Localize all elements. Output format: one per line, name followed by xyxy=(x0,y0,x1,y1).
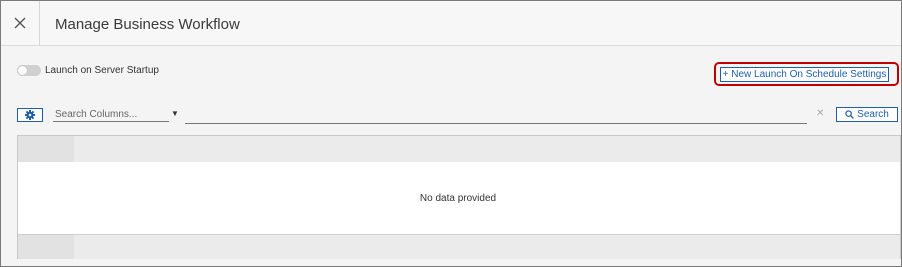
search-button[interactable]: Search xyxy=(836,107,898,122)
grid-footer xyxy=(18,234,900,259)
highlight-box: + New Launch On Schedule Settings xyxy=(714,62,899,86)
dialog-header: Manage Business Workflow xyxy=(1,1,901,46)
data-grid: No data provided xyxy=(17,135,901,259)
launch-on-startup-row: Launch on Server Startup xyxy=(17,65,159,76)
close-button[interactable] xyxy=(1,1,40,45)
grid-header-stub xyxy=(18,136,74,162)
search-button-label: Search xyxy=(857,109,889,120)
search-query-input[interactable] xyxy=(185,105,807,124)
caret-down-icon[interactable]: ▼ xyxy=(171,109,179,118)
new-launch-schedule-label: + New Launch On Schedule Settings xyxy=(722,69,887,80)
grid-header xyxy=(18,136,900,163)
column-settings-button[interactable] xyxy=(17,108,43,122)
clear-icon[interactable]: ✕ xyxy=(816,108,824,119)
empty-message: No data provided xyxy=(419,193,497,204)
launch-on-startup-label: Launch on Server Startup xyxy=(45,65,159,76)
search-icon xyxy=(845,110,854,119)
toggle-knob xyxy=(18,66,27,75)
grid-footer-stub xyxy=(18,235,74,259)
page-title: Manage Business Workflow xyxy=(55,16,240,33)
search-columns-input[interactable] xyxy=(53,107,169,122)
close-icon xyxy=(14,17,26,29)
new-launch-schedule-button[interactable]: + New Launch On Schedule Settings xyxy=(720,67,889,82)
launch-on-startup-toggle[interactable] xyxy=(17,65,41,76)
grid-body: No data provided xyxy=(18,162,900,234)
gear-icon xyxy=(25,110,35,120)
dialog-window: Manage Business Workflow Launch on Serve… xyxy=(0,0,902,267)
